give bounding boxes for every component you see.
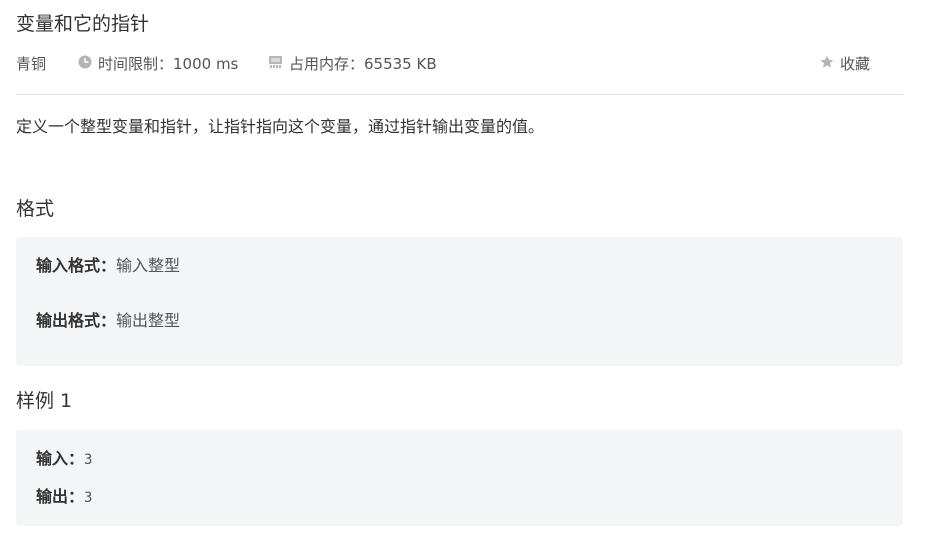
divider <box>16 94 903 95</box>
favorite-button[interactable]: 收藏 <box>820 53 870 76</box>
problem-meta: 青铜 时间限制：1000 ms 占用内存：65535 KB 收藏 <box>16 53 903 75</box>
time-limit-text: 时间限制：1000 ms <box>98 55 239 73</box>
problem-title: 变量和它的指针 <box>16 13 150 35</box>
sample-output-value: 3 <box>84 490 93 506</box>
sample-input-label: 输入： <box>36 449 85 468</box>
input-format-value: 输入整型 <box>116 256 181 275</box>
memory-icon <box>268 53 283 75</box>
memory-limit: 占用内存：65535 KB <box>268 53 437 76</box>
input-format-row: 输入格式：输入整型 <box>36 255 180 277</box>
favorite-label: 收藏 <box>840 55 871 73</box>
input-format-label: 输入格式： <box>36 256 117 275</box>
problem-description: 定义一个整型变量和指针，让指针指向这个变量，通过指针输出变量的值。 <box>16 117 545 136</box>
star-icon <box>820 53 834 75</box>
sample-output-label: 输出： <box>36 487 85 506</box>
format-heading: 格式 <box>16 198 55 220</box>
memory-limit-text: 占用内存：65535 KB <box>289 55 437 73</box>
difficulty-level: 青铜 <box>16 55 47 73</box>
problem-page: 变量和它的指针 青铜 时间限制：1000 ms 占用内存：65535 KB 收藏… <box>0 0 927 547</box>
format-box: 输入格式：输入整型 输出格式：输出整型 <box>16 237 903 366</box>
sample-heading: 样例 1 <box>16 390 73 412</box>
time-limit: 时间限制：1000 ms <box>78 53 238 76</box>
clock-icon <box>78 53 92 75</box>
output-format-label: 输出格式： <box>36 311 117 330</box>
sample-input-value: 3 <box>84 452 93 468</box>
sample-output-row: 输出：3 <box>36 486 92 509</box>
output-format-row: 输出格式：输出整型 <box>36 310 180 332</box>
output-format-value: 输出整型 <box>116 311 181 330</box>
sample-box: 输入：3 输出：3 <box>16 430 903 526</box>
sample-input-row: 输入：3 <box>36 448 92 471</box>
